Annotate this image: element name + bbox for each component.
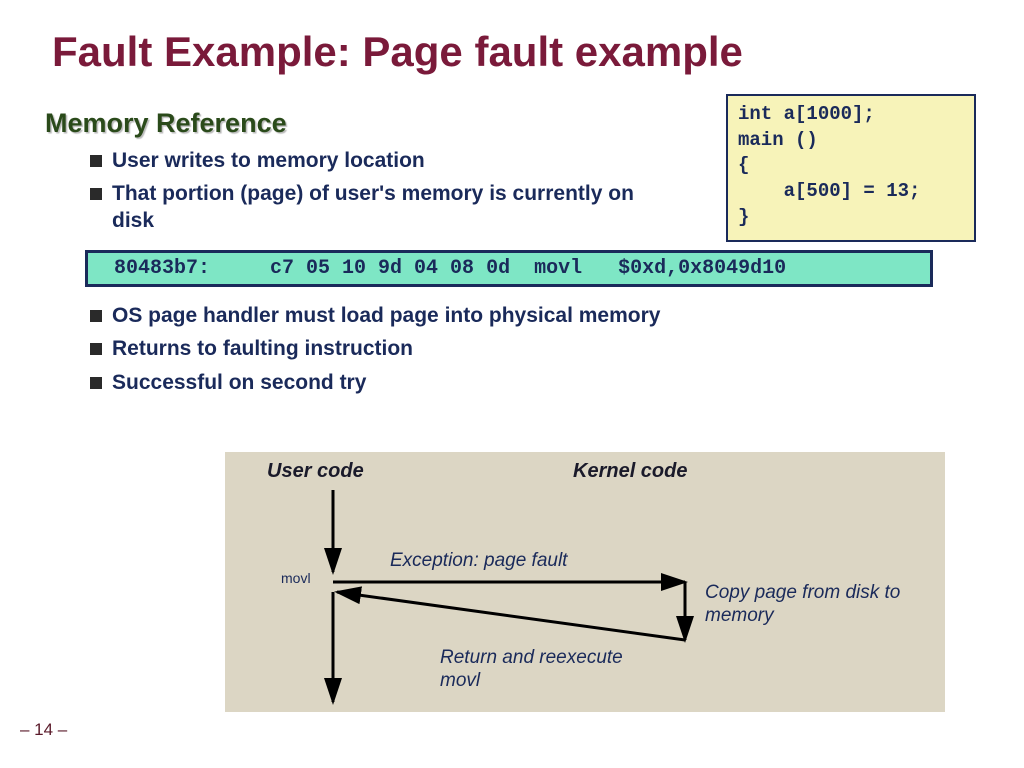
page-number: – 14 –	[20, 720, 67, 740]
bullet-text: Successful on second try	[112, 370, 366, 396]
bullet-marker-icon	[90, 155, 102, 167]
flow-arrows-icon	[225, 452, 945, 712]
bullet-item: That portion (page) of user's memory is …	[90, 181, 672, 234]
bullet-text: User writes to memory location	[112, 148, 425, 174]
slide-title: Fault Example: Page fault example	[52, 28, 743, 76]
code-line: {	[738, 154, 749, 176]
bullet-item: User writes to memory location	[90, 148, 672, 174]
bullet-marker-icon	[90, 343, 102, 355]
code-line: }	[738, 206, 749, 228]
code-line: main ()	[738, 129, 818, 151]
bullet-marker-icon	[90, 188, 102, 200]
code-line: a[500] = 13;	[738, 180, 920, 202]
bullets-lower: OS page handler must load page into phys…	[90, 303, 660, 403]
bullet-item: Returns to faulting instruction	[90, 336, 660, 362]
code-snippet: int a[1000]; main () { a[500] = 13; }	[726, 94, 976, 242]
bullet-item: Successful on second try	[90, 370, 660, 396]
code-line: int a[1000];	[738, 103, 875, 125]
bullet-text: Returns to faulting instruction	[112, 336, 413, 362]
flow-diagram: User code Kernel code movl Exception: pa…	[225, 452, 945, 712]
section-heading: Memory Reference	[45, 108, 287, 139]
asm-instruction: 80483b7: c7 05 10 9d 04 08 0d movl $0xd,…	[85, 250, 933, 287]
bullet-item: OS page handler must load page into phys…	[90, 303, 660, 329]
bullets-upper: User writes to memory location That port…	[90, 148, 672, 241]
bullet-text: That portion (page) of user's memory is …	[112, 181, 672, 234]
bullet-text: OS page handler must load page into phys…	[112, 303, 660, 329]
bullet-marker-icon	[90, 377, 102, 389]
bullet-marker-icon	[90, 310, 102, 322]
